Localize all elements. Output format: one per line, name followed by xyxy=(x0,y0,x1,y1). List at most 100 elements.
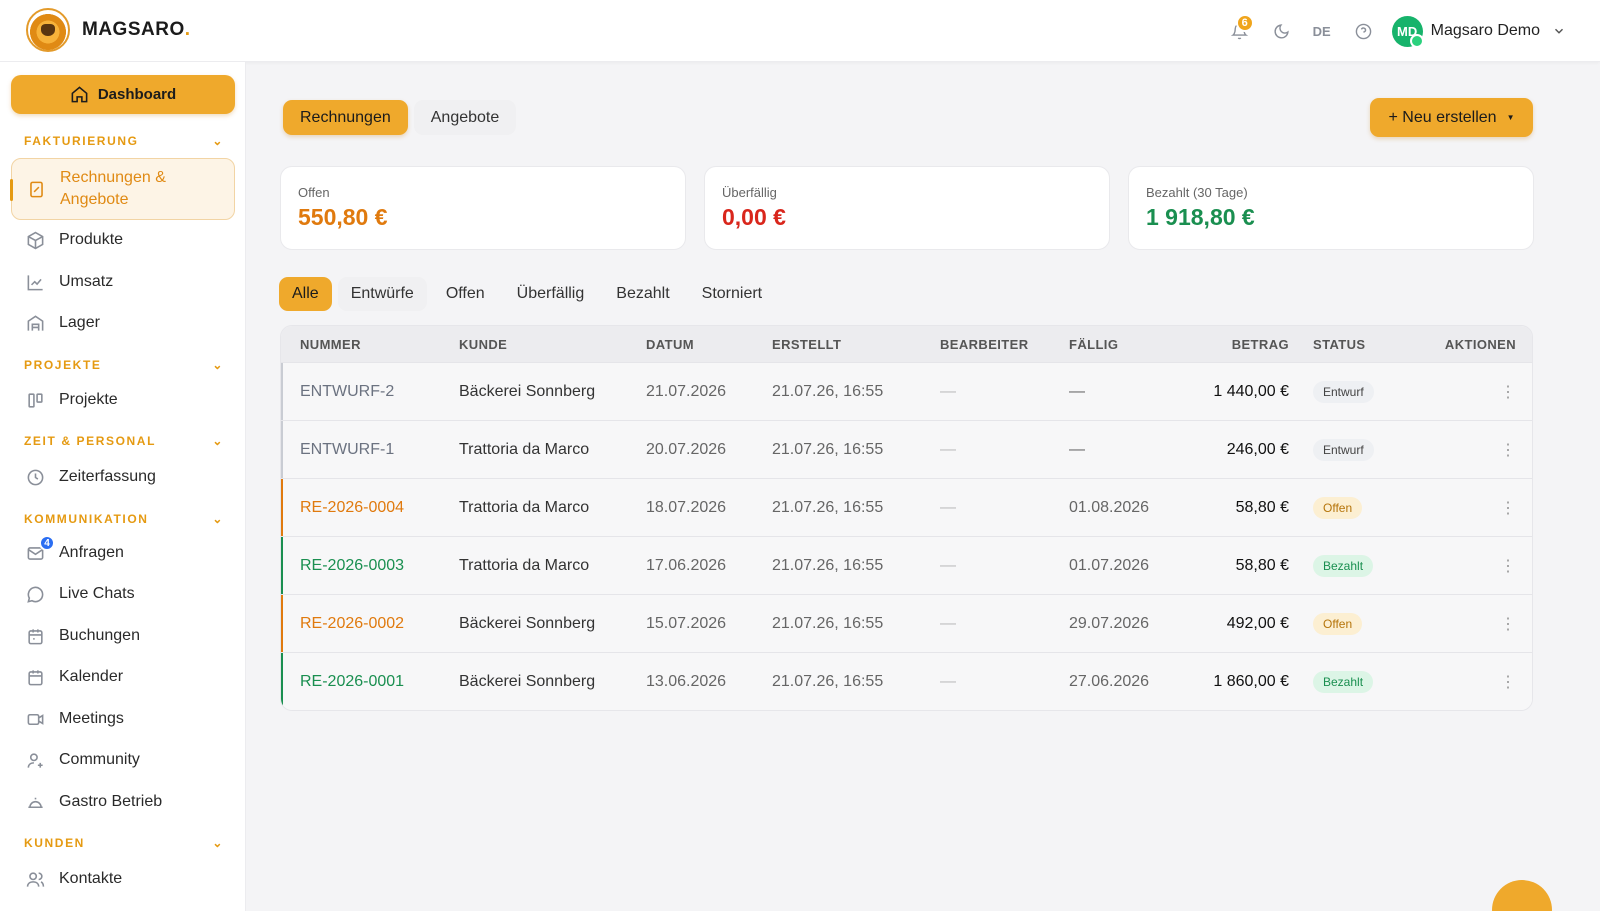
assignee: — xyxy=(940,440,956,458)
filter-storniert[interactable]: Storniert xyxy=(689,277,775,311)
row-actions-menu-icon[interactable]: ⋮ xyxy=(1409,440,1532,460)
avatar: MD xyxy=(1391,15,1424,48)
filter-bezahlt[interactable]: Bezahlt xyxy=(603,277,682,311)
theme-toggle-button[interactable] xyxy=(1262,11,1302,51)
sidebar-item-gastro-betrieb[interactable]: Gastro Betrieb xyxy=(11,782,235,822)
assignee: — xyxy=(940,672,956,690)
created-at: 21.07.26, 16:55 xyxy=(772,672,884,690)
section-zeit-personal[interactable]: ZEIT & PERSONAL ⌄ xyxy=(24,434,224,448)
users-icon xyxy=(25,750,45,770)
filter-alle[interactable]: Alle xyxy=(279,277,332,311)
table-row[interactable]: RE-2026-0003 Trattoria da Marco 17.06.2026… xyxy=(281,536,1532,594)
row-actions-menu-icon[interactable]: ⋮ xyxy=(1409,382,1532,402)
chevron-down-icon: ⌄ xyxy=(212,512,224,526)
language-switch[interactable]: DE xyxy=(1302,24,1342,39)
status-filter-tabs: Alle Entwürfe Offen Überfällig Bezahlt S… xyxy=(279,277,775,311)
calendar-check-icon xyxy=(25,626,45,646)
col-faellig[interactable]: FÄLLIG xyxy=(1051,337,1169,352)
status-indicator-bar xyxy=(281,537,283,594)
created-at: 21.07.26, 16:55 xyxy=(772,440,884,458)
summary-card-offen: Offen 550,80 € xyxy=(280,166,686,250)
col-erstellt[interactable]: ERSTELLT xyxy=(754,337,922,352)
notifications-button[interactable]: 6 xyxy=(1220,11,1260,51)
row-actions-menu-icon[interactable]: ⋮ xyxy=(1409,498,1532,518)
sidebar-item-kalender[interactable]: Kalender xyxy=(11,657,235,697)
chevron-down-icon: ⌄ xyxy=(212,434,224,448)
col-bearbeiter[interactable]: BEARBEITER xyxy=(922,337,1051,352)
row-actions-menu-icon[interactable]: ⋮ xyxy=(1409,556,1532,576)
customer-name: Bäckerei Sonnberg xyxy=(459,614,596,632)
brand-logo[interactable]: MAGSARO. xyxy=(26,8,191,52)
status-badge: Entwurf xyxy=(1313,438,1374,461)
new-create-button[interactable]: + Neu erstellen ▼ xyxy=(1370,98,1533,137)
invoice-table: NUMMER KUNDE DATUM ERSTELLT BEARBEITER F… xyxy=(280,325,1533,711)
sidebar-item-projekte[interactable]: Projekte xyxy=(11,380,235,420)
table-body: ENTWURF-2 Bäckerei Sonnberg 21.07.2026 21.0… xyxy=(281,362,1532,710)
invoice-number[interactable]: RE-2026-0003 xyxy=(281,557,441,575)
invoice-number[interactable]: ENTWURF-1 xyxy=(281,441,441,459)
created-at: 21.07.26, 16:55 xyxy=(772,614,884,632)
sidebar-item-umsatz[interactable]: Umsatz xyxy=(11,262,235,302)
section-projekte[interactable]: PROJEKTE ⌄ xyxy=(24,358,224,372)
col-nummer[interactable]: NUMMER xyxy=(281,337,441,352)
customer-name: Bäckerei Sonnberg xyxy=(459,672,596,690)
tab-angebote[interactable]: Angebote xyxy=(413,100,517,135)
contacts-icon xyxy=(25,869,45,889)
sidebar-item-live-chats[interactable]: Live Chats xyxy=(11,574,235,614)
table-row[interactable]: ENTWURF-1 Trattoria da Marco 20.07.2026 21.… xyxy=(281,420,1532,478)
calendar-icon xyxy=(25,667,45,687)
sidebar-item-kontakte[interactable]: Kontakte xyxy=(11,859,235,899)
user-menu[interactable]: MD Magsaro Demo xyxy=(1391,15,1566,48)
anfragen-count-badge: 4 xyxy=(39,535,55,551)
invoice-date: 20.07.2026 xyxy=(646,440,727,458)
row-actions-menu-icon[interactable]: ⋮ xyxy=(1409,614,1532,634)
section-fakturierung[interactable]: FAKTURIERUNG ⌄ xyxy=(24,134,224,148)
user-name: Magsaro Demo xyxy=(1430,22,1540,39)
sidebar-item-lager[interactable]: Lager xyxy=(11,303,235,343)
filter-ueberfaellig[interactable]: Überfällig xyxy=(504,277,598,311)
sidebar-item-produkte[interactable]: Produkte xyxy=(11,220,235,260)
invoice-number[interactable]: RE-2026-0001 xyxy=(281,673,441,691)
created-at: 21.07.26, 16:55 xyxy=(772,382,884,400)
help-button[interactable] xyxy=(1344,11,1384,51)
table-header: NUMMER KUNDE DATUM ERSTELLT BEARBEITER F… xyxy=(281,326,1532,362)
sidebar-item-buchungen[interactable]: Buchungen xyxy=(11,616,235,656)
filter-offen[interactable]: Offen xyxy=(433,277,498,311)
invoice-number[interactable]: ENTWURF-2 xyxy=(281,383,441,401)
col-datum[interactable]: DATUM xyxy=(628,337,754,352)
customer-name: Bäckerei Sonnberg xyxy=(459,382,596,400)
customer-name: Trattoria da Marco xyxy=(459,440,590,458)
col-kunde[interactable]: KUNDE xyxy=(441,337,628,352)
due-date: 01.08.2026 xyxy=(1069,498,1150,516)
card-label: Überfällig xyxy=(722,185,777,200)
row-actions-menu-icon[interactable]: ⋮ xyxy=(1409,672,1532,692)
section-kunden[interactable]: KUNDEN ⌄ xyxy=(24,836,224,850)
filter-entwuerfe[interactable]: Entwürfe xyxy=(337,277,427,311)
sidebar-item-anfragen[interactable]: 4 Anfragen xyxy=(11,533,235,573)
sidebar-item-rechnungen-angebote[interactable]: Rechnungen & Angebote xyxy=(10,158,235,220)
cloche-icon xyxy=(25,792,45,812)
table-row[interactable]: RE-2026-0004 Trattoria da Marco 18.07.2026… xyxy=(281,478,1532,536)
col-status[interactable]: STATUS xyxy=(1289,337,1409,352)
sidebar-item-zeiterfassung[interactable]: Zeiterfassung xyxy=(11,457,235,497)
invoice-number[interactable]: RE-2026-0002 xyxy=(281,615,441,633)
amount: 246,00 € xyxy=(1226,440,1289,458)
created-at: 21.07.26, 16:55 xyxy=(772,556,884,574)
due-date: 27.06.2026 xyxy=(1069,672,1150,690)
tab-rechnungen[interactable]: Rechnungen xyxy=(283,100,408,135)
floating-action-button[interactable] xyxy=(1492,880,1552,911)
status-indicator-bar xyxy=(281,595,283,652)
summary-card-ueberfaellig: Überfällig 0,00 € xyxy=(704,166,1110,250)
sidebar-item-community[interactable]: Community xyxy=(11,740,235,780)
table-row[interactable]: RE-2026-0001 Bäckerei Sonnberg 13.06.2026 2… xyxy=(281,652,1532,710)
amount: 492,00 € xyxy=(1226,614,1289,632)
table-row[interactable]: ENTWURF-2 Bäckerei Sonnberg 21.07.2026 21.0… xyxy=(281,362,1532,420)
invoice-number[interactable]: RE-2026-0004 xyxy=(281,499,441,517)
status-indicator-bar xyxy=(281,479,283,536)
dashboard-button[interactable]: Dashboard xyxy=(11,75,235,114)
sidebar-item-meetings[interactable]: Meetings xyxy=(11,699,235,739)
col-betrag[interactable]: BETRAG xyxy=(1169,337,1289,352)
table-row[interactable]: RE-2026-0002 Bäckerei Sonnberg 15.07.2026 2… xyxy=(281,594,1532,652)
status-indicator-bar xyxy=(281,421,283,478)
section-kommunikation[interactable]: KOMMUNIKATION ⌄ xyxy=(24,512,224,526)
